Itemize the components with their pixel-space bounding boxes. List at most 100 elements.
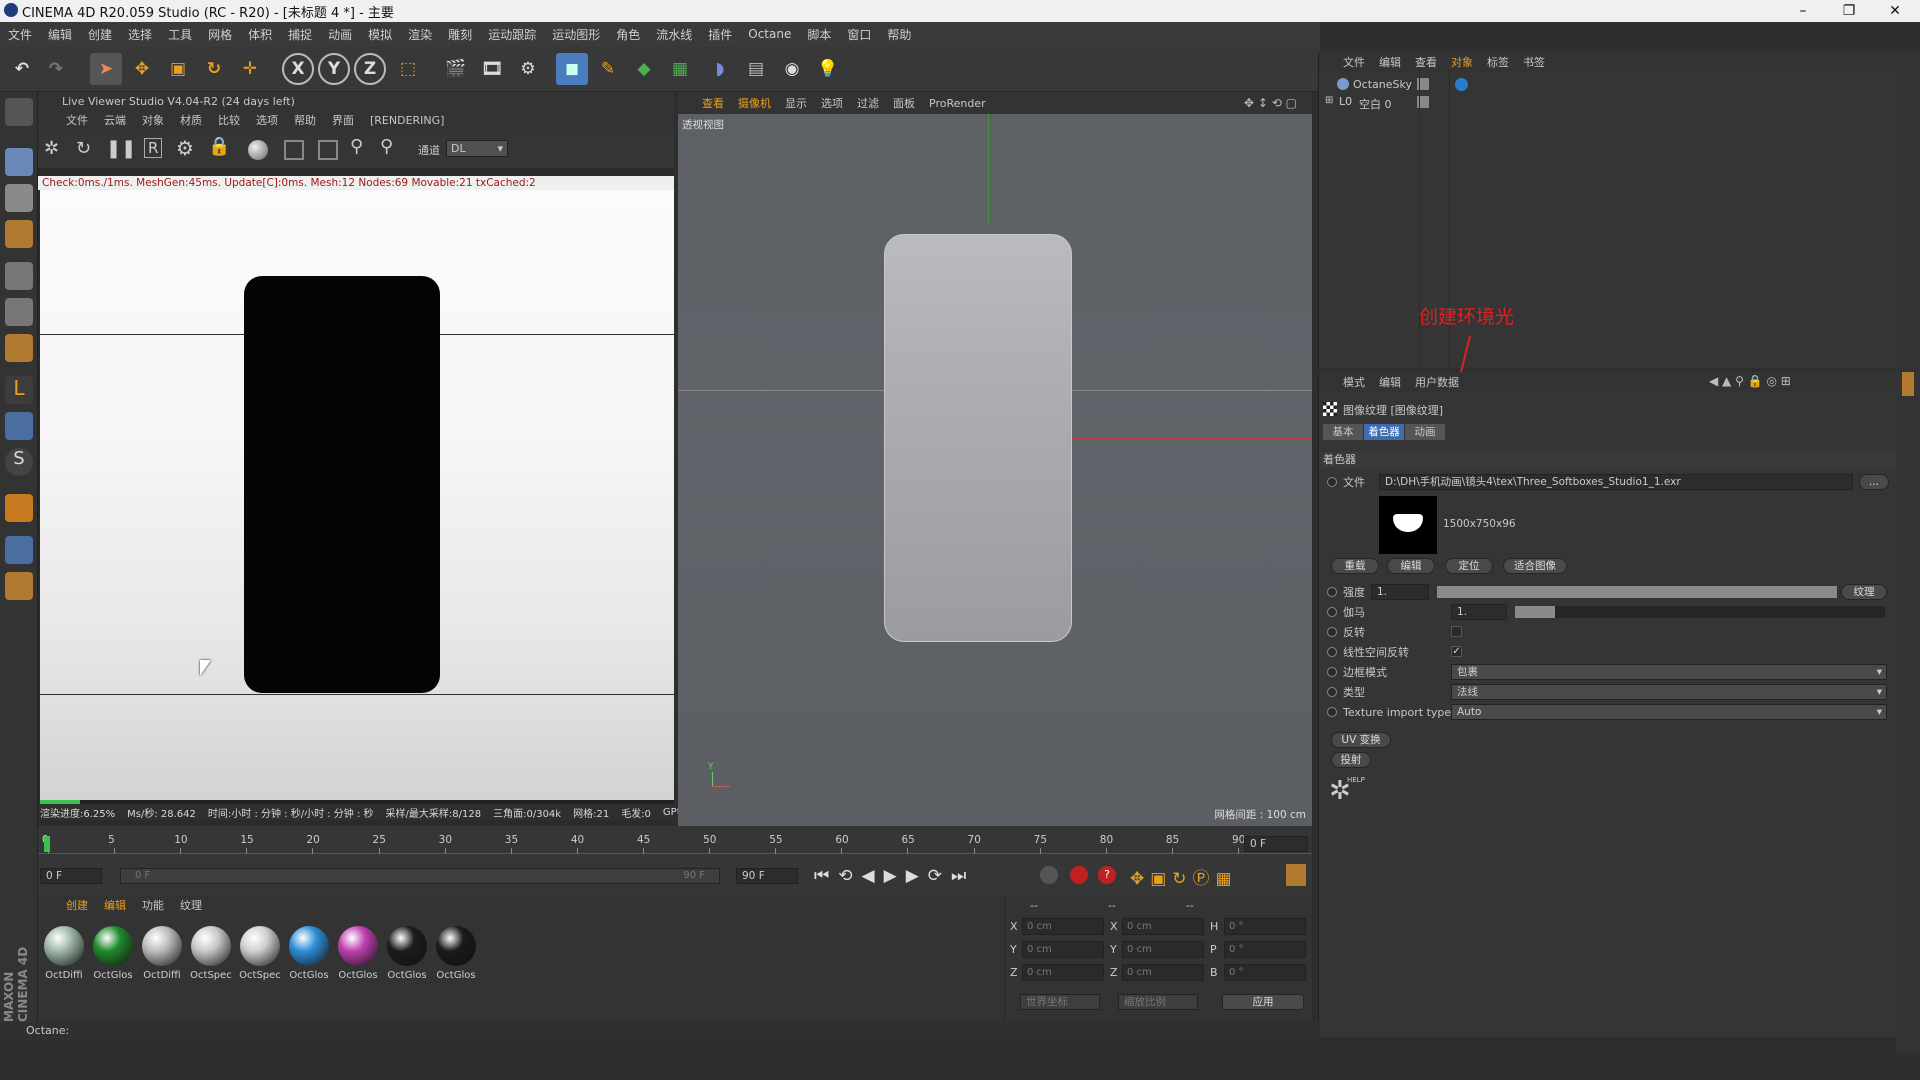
render-picture-viewer-icon[interactable]: 🎞 bbox=[476, 53, 508, 85]
material-swatch[interactable]: OctGlos bbox=[287, 926, 331, 986]
attribute-menu-item[interactable]: 用户数据 bbox=[1415, 374, 1459, 390]
menu-item[interactable]: 创建 bbox=[80, 26, 120, 43]
viewport-menu-item[interactable]: 选项 bbox=[821, 95, 843, 111]
menu-item[interactable]: 选择 bbox=[120, 26, 160, 43]
anim-radio[interactable] bbox=[1327, 587, 1337, 597]
camera-icon[interactable]: ◉ bbox=[776, 53, 808, 85]
points-mode-icon[interactable] bbox=[5, 262, 33, 290]
perspective-view[interactable]: 透视视图 Y 网格间距 : 100 cm bbox=[678, 114, 1312, 826]
edges-mode-icon[interactable] bbox=[5, 298, 33, 326]
material-swatch[interactable]: OctSpec bbox=[189, 926, 233, 986]
object-menu-item[interactable]: 书签 bbox=[1523, 54, 1545, 70]
end-frame-field[interactable]: 90 F bbox=[736, 868, 798, 884]
viewport-menu-item[interactable]: 过滤 bbox=[857, 95, 879, 111]
side-tab-icon[interactable] bbox=[1902, 372, 1914, 396]
attr-nav-icons[interactable]: ◀ ▲ ⚲ 🔒 ◎ ⊞ bbox=[1709, 374, 1791, 388]
power-slider[interactable] bbox=[1437, 586, 1837, 598]
object-menu-item[interactable]: 标签 bbox=[1487, 54, 1509, 70]
material-swatch[interactable]: OctGlos bbox=[336, 926, 380, 986]
viewport-nav-icons[interactable]: ✥ ↕ ⟲ ▢ bbox=[1244, 96, 1297, 110]
range-slider[interactable]: 0 F 90 F bbox=[120, 868, 720, 884]
cube-primitive-icon[interactable]: ◼ bbox=[556, 53, 588, 85]
texture-mode-icon[interactable] bbox=[5, 184, 33, 212]
size-field[interactable]: 0 cm bbox=[1122, 918, 1204, 935]
object-row-octanesky[interactable]: OctaneSky bbox=[1319, 76, 1897, 94]
menu-item[interactable]: 帮助 bbox=[879, 26, 919, 43]
linear-invert-checkbox[interactable]: ✓ bbox=[1451, 646, 1462, 657]
workplane-mode-icon[interactable] bbox=[5, 220, 33, 248]
material-swatch[interactable]: OctDiffi bbox=[42, 926, 86, 986]
menu-item[interactable]: 脚本 bbox=[799, 26, 839, 43]
select-tool-icon[interactable]: ➤ bbox=[90, 53, 122, 85]
snap-icon[interactable]: S bbox=[5, 448, 33, 476]
render-view-icon[interactable]: 🎬 bbox=[440, 53, 472, 85]
phone-model[interactable] bbox=[884, 234, 1072, 642]
anim-radio[interactable] bbox=[1327, 607, 1337, 617]
floor-scene-icon[interactable]: ▤ bbox=[740, 53, 772, 85]
octane-logo-icon[interactable]: ✲ bbox=[44, 138, 59, 159]
film-region-icon[interactable] bbox=[284, 140, 304, 160]
x-axis-lock-icon[interactable]: X bbox=[282, 53, 314, 85]
viewport-menu-item[interactable]: 显示 bbox=[785, 95, 807, 111]
material-swatch[interactable]: OctSpec bbox=[238, 926, 282, 986]
tweak-mode-icon[interactable] bbox=[5, 412, 33, 440]
size-field[interactable]: 0 cm bbox=[1122, 941, 1204, 958]
menu-item[interactable]: 模拟 bbox=[360, 26, 400, 43]
region-render-icon[interactable]: R bbox=[144, 138, 163, 158]
timeline-ruler[interactable]: 051015202530354045505560657075808590 bbox=[38, 826, 1312, 854]
grid-snap-icon[interactable] bbox=[5, 536, 33, 564]
transform-tool-icon[interactable]: ✛ bbox=[234, 53, 266, 85]
lv-menu-item[interactable]: 材质 bbox=[180, 112, 202, 128]
material-swatch[interactable]: OctGlos bbox=[91, 926, 135, 986]
menu-item[interactable]: 网格 bbox=[200, 26, 240, 43]
focus-region-icon[interactable] bbox=[318, 140, 338, 160]
object-menu-item[interactable]: 文件 bbox=[1343, 54, 1365, 70]
size-field[interactable]: 0 cm bbox=[1122, 964, 1204, 981]
menu-item[interactable]: 角色 bbox=[608, 26, 648, 43]
octane-tag-icon[interactable] bbox=[1455, 78, 1468, 91]
menu-item[interactable]: Octane bbox=[740, 27, 799, 41]
object-row-null[interactable]: ⊞ L0 空白 0 bbox=[1319, 94, 1897, 112]
lv-menu-item[interactable]: 对象 bbox=[142, 112, 164, 128]
apply-button[interactable]: 应用 bbox=[1222, 994, 1304, 1010]
edit-button[interactable]: 编辑 bbox=[1387, 558, 1435, 574]
file-browse-button[interactable]: ... bbox=[1859, 474, 1889, 490]
fit-image-button[interactable]: 适合图像 bbox=[1503, 558, 1567, 574]
move-tool-icon[interactable]: ✥ bbox=[126, 53, 158, 85]
invert-checkbox[interactable] bbox=[1451, 626, 1462, 637]
scale-mode-select[interactable]: 缩放比例 bbox=[1118, 994, 1198, 1010]
current-frame-field[interactable]: 0 F bbox=[1244, 836, 1308, 852]
menu-item[interactable]: 文件 bbox=[0, 26, 40, 43]
lv-menu-item[interactable]: 比较 bbox=[218, 112, 240, 128]
sculpt-mode-icon[interactable] bbox=[5, 572, 33, 600]
make-editable-icon[interactable] bbox=[5, 98, 33, 126]
pause-render-icon[interactable]: ❚❚ bbox=[106, 138, 136, 159]
texture-button[interactable]: 纹理 bbox=[1841, 584, 1887, 600]
rotation-field[interactable]: 0 ° bbox=[1224, 941, 1306, 958]
projection-button[interactable]: 投射 bbox=[1331, 752, 1371, 768]
object-menu-item[interactable]: 编辑 bbox=[1379, 54, 1401, 70]
material-swatch[interactable]: OctDiffi bbox=[140, 926, 184, 986]
attribute-menu-item[interactable]: 编辑 bbox=[1379, 374, 1401, 390]
anim-radio[interactable] bbox=[1327, 707, 1337, 717]
model-mode-icon[interactable] bbox=[5, 148, 33, 176]
close-button[interactable]: ✕ bbox=[1872, 0, 1918, 22]
tab-animation[interactable]: 动画 bbox=[1405, 424, 1445, 440]
locate-button[interactable]: 定位 bbox=[1445, 558, 1493, 574]
object-menu-item[interactable]: 对象 bbox=[1451, 54, 1473, 70]
uv-transform-button[interactable]: UV 变换 bbox=[1331, 732, 1391, 748]
object-menu-item[interactable]: 查看 bbox=[1415, 54, 1437, 70]
lv-menu-item[interactable]: 界面 bbox=[332, 112, 354, 128]
coordinate-system-icon[interactable]: ⬚ bbox=[392, 53, 424, 85]
pick-focus-icon[interactable]: ⚲ bbox=[350, 136, 363, 157]
minimize-button[interactable]: – bbox=[1780, 0, 1826, 22]
menu-item[interactable]: 运动图形 bbox=[544, 26, 608, 43]
render-settings-icon[interactable]: ⚙ bbox=[512, 53, 544, 85]
pick-material-icon[interactable]: ⚲ bbox=[380, 136, 393, 157]
timeline-editor-icon[interactable] bbox=[1286, 864, 1306, 886]
z-axis-lock-icon[interactable]: Z bbox=[354, 53, 386, 85]
viewport-menu-item[interactable]: 摄像机 bbox=[738, 95, 771, 111]
attribute-menu-item[interactable]: 模式 bbox=[1343, 374, 1365, 390]
position-field[interactable]: 0 cm bbox=[1022, 941, 1104, 958]
y-axis-lock-icon[interactable]: Y bbox=[318, 53, 350, 85]
